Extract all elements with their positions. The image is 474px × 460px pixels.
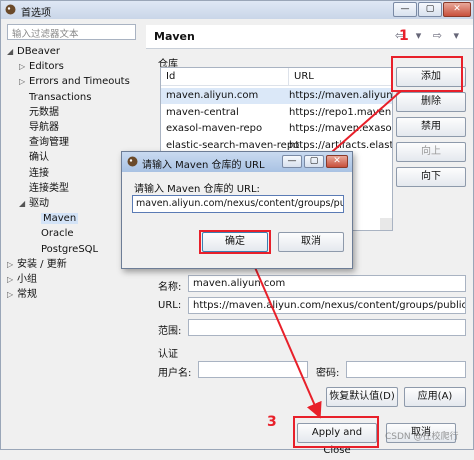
dbeaver-dialog-icon <box>127 156 138 167</box>
dialog-minimize-button[interactable]: — <box>282 155 302 168</box>
maven-url-input[interactable]: maven.aliyun.com/nexus/content/groups/pu… <box>132 195 344 213</box>
arrow-3 <box>246 248 322 419</box>
dialog-title: 请输入 Maven 仓库的 URL <box>142 160 265 171</box>
dialog-maximize-button[interactable]: ▢ <box>304 155 324 168</box>
dialog-title-bar[interactable]: 请输入 Maven 仓库的 URL — ▢ ✕ <box>122 152 352 172</box>
dialog-prompt-label: 请输入 Maven 仓库的 URL: <box>134 184 260 195</box>
annotation-box-ok <box>199 230 271 254</box>
dialog-close-button[interactable]: ✕ <box>326 155 348 168</box>
watermark: CSDN @在校爬行 <box>385 432 459 442</box>
preferences-window: 首选项 — ▢ ✕ 输入过滤器文本 ◢ DBeaver ▷ Editors ▷ Error… <box>0 0 474 456</box>
dialog-cancel-button[interactable]: 取消 <box>278 232 344 252</box>
